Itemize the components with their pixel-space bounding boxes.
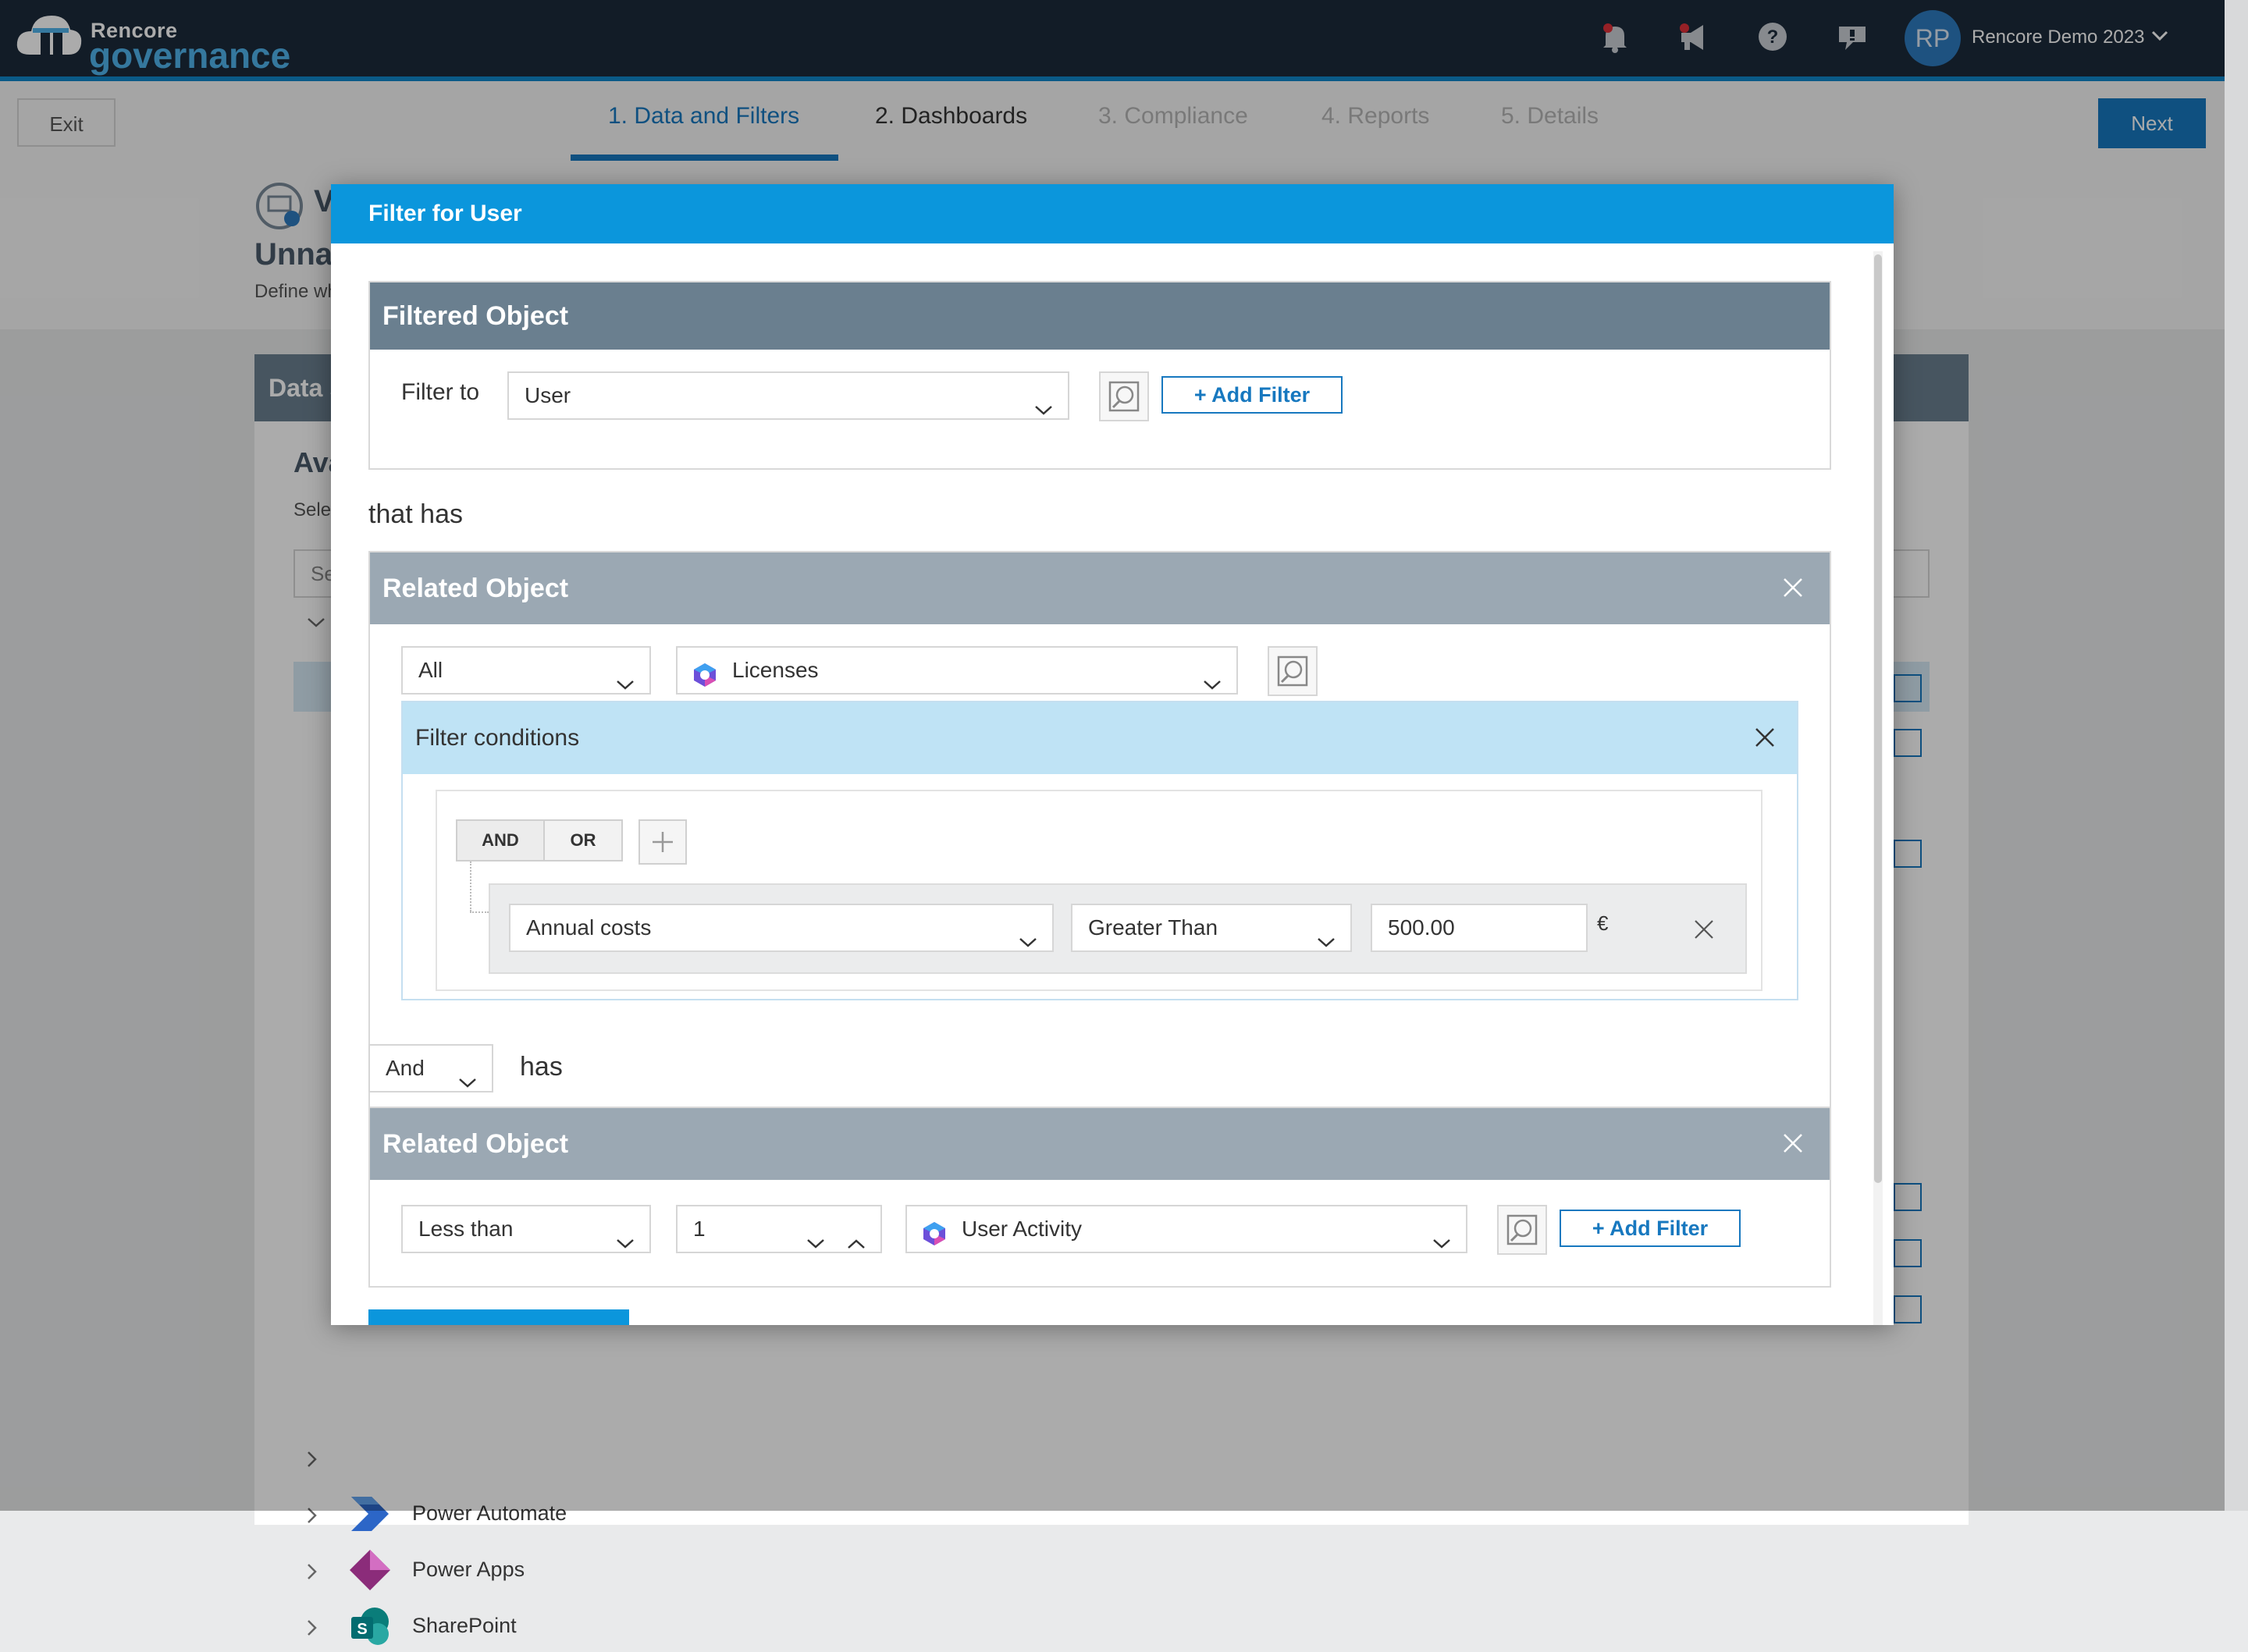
count-comparator-value: Less than [418, 1217, 514, 1241]
that-has-label: that has [368, 499, 463, 529]
related-object-heading: Related Object [370, 552, 1830, 624]
filter-to-value: User [525, 383, 571, 407]
close-icon[interactable] [1783, 1133, 1803, 1153]
chevron-down-icon [1432, 1220, 1452, 1266]
close-icon[interactable] [1783, 577, 1803, 598]
condition-group: AND OR Annual costs Greater Than 500.00 … [436, 790, 1762, 991]
sharepoint-icon: S [348, 1604, 392, 1652]
filter-conditions-panel: Filter conditions AND OR Annual costs Gr… [401, 701, 1798, 1000]
search-inspect-icon [1108, 381, 1140, 412]
related-object-heading: Related Object [370, 1108, 1830, 1180]
condition-row: Annual costs Greater Than 500.00 € [489, 883, 1747, 974]
condition-operator-select[interactable]: Greater Than [1071, 904, 1352, 952]
inspect-query-button[interactable] [1099, 371, 1149, 421]
filter-conditions-heading: Filter conditions [403, 702, 1797, 774]
related-object-select[interactable]: Licenses [676, 646, 1238, 695]
dialog-title: Filter for User [331, 184, 1894, 243]
inspect-query-button[interactable] [1497, 1205, 1547, 1255]
page-scrollbar[interactable] [2225, 0, 2248, 1511]
add-condition-button[interactable] [638, 819, 687, 865]
count-value: 1 [693, 1217, 706, 1241]
has-label: has [520, 1052, 563, 1082]
condition-value-input[interactable]: 500.00 [1371, 904, 1588, 952]
add-filter-button[interactable]: + Add Filter [1560, 1210, 1741, 1247]
related-object-value: Licenses [732, 658, 819, 682]
count-comparator-select[interactable]: Less than [401, 1205, 651, 1253]
tree-item-power-apps[interactable]: Power Apps [412, 1558, 525, 1582]
chevron-down-icon [615, 1220, 635, 1266]
condition-field-select[interactable]: Annual costs [509, 904, 1054, 952]
add-filter-button[interactable]: + Add Filter [1161, 376, 1343, 414]
search-inspect-icon [1277, 655, 1308, 687]
search-inspect-icon [1506, 1214, 1538, 1245]
chevron-right-icon[interactable] [306, 1562, 318, 1585]
close-icon[interactable] [1755, 727, 1775, 748]
svg-text:S: S [357, 1621, 367, 1638]
related-object-select[interactable]: User Activity [905, 1205, 1467, 1253]
related-object-value: User Activity [962, 1217, 1083, 1241]
microsoft365-icon [921, 1217, 948, 1263]
chevron-down-icon[interactable] [806, 1220, 826, 1266]
plus-icon [653, 832, 673, 852]
microsoft365-icon [692, 659, 718, 704]
condition-operator-value: Greater Than [1088, 915, 1218, 940]
quantifier-value: All [418, 658, 443, 682]
filtered-object-heading: Filtered Object [370, 282, 1830, 350]
inspect-query-button[interactable] [1268, 646, 1318, 696]
currency-unit: € [1597, 911, 1609, 935]
count-stepper[interactable]: 1 [676, 1205, 882, 1253]
filter-to-label: Filter to [401, 379, 480, 405]
chevron-down-icon [1018, 919, 1038, 965]
power-apps-icon [348, 1548, 392, 1596]
or-toggle-button[interactable]: OR [543, 819, 623, 862]
tree-connector [470, 862, 473, 911]
tree-connector [470, 911, 489, 915]
filter-to-select[interactable]: User [507, 371, 1069, 420]
chevron-right-icon[interactable] [306, 1618, 318, 1641]
chevron-up-icon[interactable] [846, 1220, 866, 1266]
joiner-value: And [386, 1056, 425, 1080]
filtered-object-card: Filtered Object Filter to User + Add Fil… [368, 281, 1831, 470]
dialog-primary-button[interactable] [368, 1309, 629, 1325]
chevron-down-icon [1033, 387, 1054, 432]
condition-field-value: Annual costs [526, 915, 652, 940]
filter-dialog: Filter for User Filtered Object Filter t… [331, 184, 1894, 1325]
joiner-select[interactable]: And [368, 1044, 493, 1092]
chevron-down-icon [1316, 919, 1336, 965]
related-object-card-user-activity: Related Object Less than 1 User Activity… [368, 1107, 1831, 1288]
and-toggle-button[interactable]: AND [456, 819, 545, 862]
quantifier-select[interactable]: All [401, 646, 651, 695]
dialog-scrollbar-thumb[interactable] [1874, 254, 1882, 1183]
chevron-down-icon [457, 1060, 478, 1105]
remove-condition-icon[interactable] [1694, 919, 1714, 940]
tree-item-sharepoint[interactable]: SharePoint [412, 1614, 517, 1638]
